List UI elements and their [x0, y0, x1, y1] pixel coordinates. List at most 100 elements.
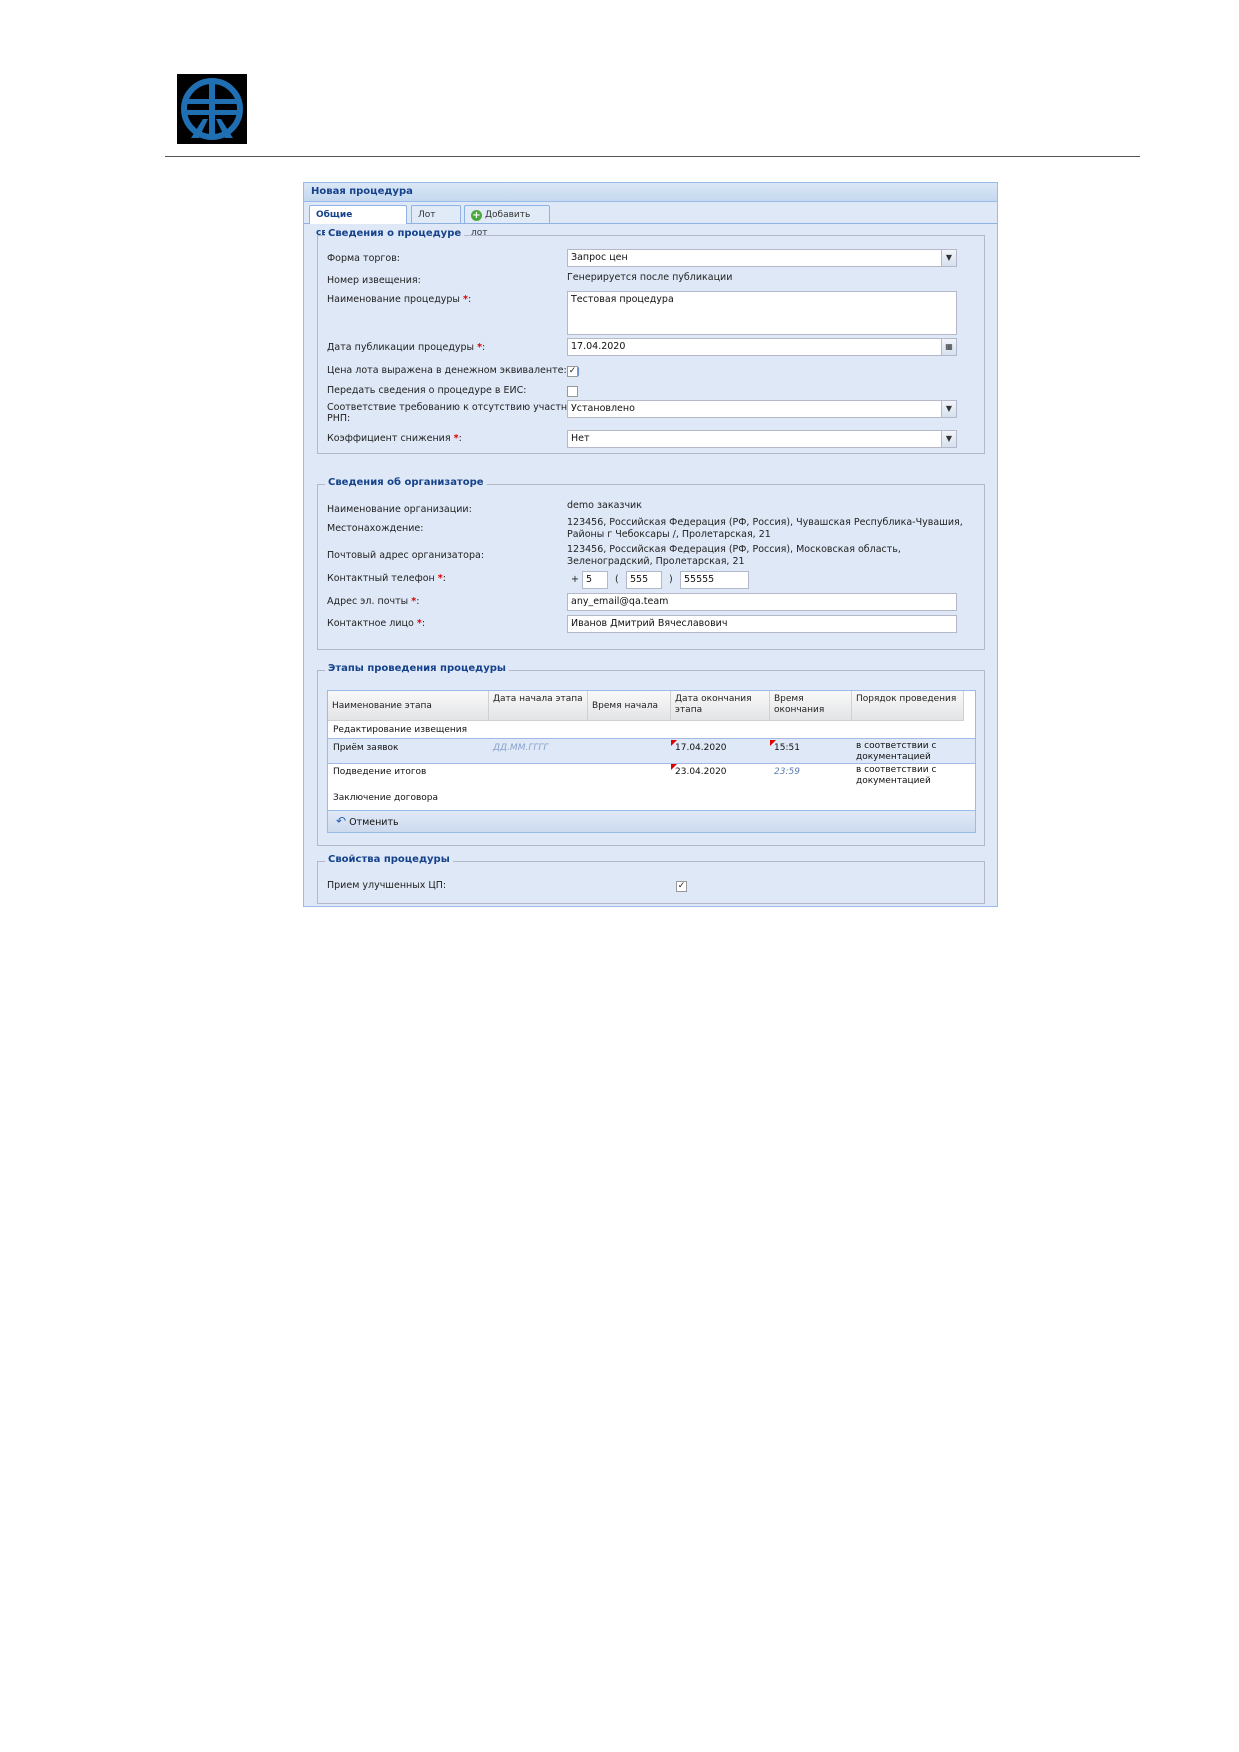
publication-date-field[interactable]: 17.04.2020 ▦ [567, 338, 957, 356]
properties-fieldset: Свойства процедуры Прием улучшенных ЦП: … [317, 854, 985, 904]
stages-fieldset: Этапы проведения процедуры Наименование … [317, 663, 985, 846]
dirty-marker [770, 740, 776, 746]
stage-end-date-value: 23.04.2020 [675, 767, 727, 777]
phone-country-field[interactable]: 5 [582, 571, 608, 589]
org-name-value: demo заказчик [567, 500, 642, 511]
chevron-down-icon[interactable]: ▼ [941, 401, 956, 417]
column-header[interactable]: Дата окончания этапа [671, 691, 770, 721]
transfer-eis-label: Передать сведения о процедуре в ЕИС: [327, 385, 527, 396]
cancel-button[interactable]: ↶ Отменить [336, 814, 399, 828]
rnp-select[interactable]: Установлено ▼ [567, 400, 957, 418]
publication-date-label: Дата публикации процедуры *: [327, 342, 486, 353]
procedure-name-label-text: Наименование процедуры [327, 294, 460, 305]
stage-name: Подведение итогов [333, 767, 427, 777]
undo-icon: ↶ [336, 814, 347, 828]
table-row[interactable]: Редактирование извещения [328, 721, 975, 738]
lot-price-checkbox[interactable]: ✓ [567, 366, 578, 377]
required-marker: * [462, 294, 468, 305]
reduction-coef-value: Нет [571, 433, 590, 444]
stage-end-date[interactable]: 17.04.2020 [671, 740, 727, 754]
procedure-info-fieldset: Сведения о процедуре Форма торгов: Запро… [317, 228, 985, 454]
phone-close-paren: ) [669, 574, 673, 585]
procedure-name-textarea[interactable]: Тестовая процедура [567, 291, 957, 335]
required-marker: * [416, 618, 422, 629]
publication-date-value: 17.04.2020 [571, 341, 626, 352]
table-row[interactable]: Подведение итогов 23.04.2020 23:59 в соо… [328, 763, 975, 787]
rnp-label: Соответствие требованию к отсутствию уча… [327, 402, 593, 424]
tab-general[interactable]: Общие сведения [309, 205, 407, 238]
stage-end-date-value: 17.04.2020 [675, 743, 727, 753]
window-title: Новая процедура [304, 183, 997, 202]
column-header[interactable]: Время начала [588, 691, 671, 721]
calendar-icon[interactable]: ▦ [941, 339, 956, 355]
trade-form-label: Форма торгов: [327, 253, 401, 264]
phone-open-paren: ( [615, 574, 619, 585]
reduction-coef-select[interactable]: Нет ▼ [567, 430, 957, 448]
table-row[interactable]: Приём заявок ДД.ММ.ГГГГ 17.04.2020 15:51… [328, 738, 975, 764]
chevron-down-icon[interactable]: ▼ [941, 250, 956, 266]
postal-line2: Зеленоградский, Пролетарская, 21 [567, 556, 745, 567]
phone-number-value: 55555 [684, 574, 715, 585]
email-field[interactable]: any_email@qa.team [567, 593, 957, 611]
stages-grid: Наименование этапа Дата начала этапа Вре… [327, 690, 976, 811]
required-marker: * [437, 573, 443, 584]
cancel-label: Отменить [349, 817, 399, 828]
location-line2: Районы г Чебоксары /, Пролетарская, 21 [567, 529, 771, 540]
column-header[interactable]: Время окончания [770, 691, 852, 721]
enhanced-sig-label: Прием улучшенных ЦП: [327, 880, 447, 891]
postal-value: 123456, Российская Федерация (РФ, Россия… [567, 544, 901, 568]
table-row[interactable]: Заключение договора [328, 789, 975, 806]
procedure-info-legend: Сведения о процедуре [325, 228, 465, 239]
trade-form-select[interactable]: Запрос цен ▼ [567, 249, 957, 267]
properties-legend: Свойства процедуры [325, 854, 453, 865]
enhanced-sig-checkbox[interactable]: ✓ [676, 881, 687, 892]
reduction-coef-label-text: Коэффициент снижения [327, 433, 451, 444]
column-header[interactable]: Порядок проведения [852, 691, 964, 721]
column-header[interactable]: Наименование этапа [328, 691, 489, 721]
stage-end-time[interactable]: 15:51 [770, 740, 800, 754]
procedure-name-value: Тестовая процедура [571, 294, 674, 305]
email-label-text: Адрес эл. почты [327, 596, 409, 607]
tab-lot-1[interactable]: Лот 1x [411, 205, 461, 238]
column-header[interactable]: Дата начала этапа [489, 691, 588, 721]
email-value: any_email@qa.team [571, 596, 669, 607]
phone-code-value: 555 [630, 574, 649, 585]
trade-form-value: Запрос цен [571, 252, 628, 263]
contact-field[interactable]: Иванов Дмитрий Вячеславович [567, 615, 957, 633]
phone-number-field[interactable]: 55555 [680, 571, 749, 589]
contact-value: Иванов Дмитрий Вячеславович [571, 618, 728, 629]
company-logo [177, 74, 247, 144]
tab-bar: Общие сведения Лот 1x +Добавить лот [304, 202, 997, 238]
rnp-label-line1: Соответствие требованию к отсутствию уча… [327, 402, 594, 413]
stage-name: Редактирование извещения [333, 725, 468, 735]
header-divider [165, 156, 1140, 157]
organizer-info-fieldset: Сведения об организаторе Наименование ор… [317, 477, 985, 650]
contact-label-text: Контактное лицо [327, 618, 414, 629]
required-marker: * [453, 433, 459, 444]
stage-name: Приём заявок [333, 743, 399, 753]
stages-toolbar: ↶ Отменить [327, 811, 976, 833]
transfer-eis-checkbox[interactable] [567, 386, 578, 397]
stage-end-date[interactable]: 23.04.2020 [671, 764, 727, 778]
add-icon: + [471, 210, 482, 221]
notice-number-label: Номер извещения: [327, 275, 421, 286]
phone-code-field[interactable]: 555 [626, 571, 662, 589]
procedure-name-label: Наименование процедуры *: [327, 294, 472, 305]
reduction-coef-label: Коэффициент снижения *: [327, 433, 462, 444]
stage-start-date[interactable]: ДД.ММ.ГГГГ [493, 743, 548, 754]
location-label: Местонахождение: [327, 523, 424, 534]
stages-legend: Этапы проведения процедуры [325, 663, 509, 674]
postal-label: Почтовый адрес организатора: [327, 550, 485, 561]
org-name-label: Наименование организации: [327, 504, 472, 515]
rnp-value: Установлено [571, 403, 635, 414]
phone-label-text: Контактный телефон [327, 573, 435, 584]
stage-order: в соответствии с документацией [856, 765, 937, 786]
add-lot-button[interactable]: + Добавить лот [464, 205, 550, 238]
chevron-down-icon[interactable]: ▼ [941, 431, 956, 447]
email-label: Адрес эл. почты *: [327, 596, 420, 607]
stage-name: Заключение договора [333, 793, 439, 803]
stage-end-time-value: 15:51 [774, 743, 800, 753]
publication-date-label-text: Дата публикации процедуры [327, 342, 475, 353]
required-marker: * [411, 596, 417, 607]
stage-end-time[interactable]: 23:59 [774, 767, 800, 778]
